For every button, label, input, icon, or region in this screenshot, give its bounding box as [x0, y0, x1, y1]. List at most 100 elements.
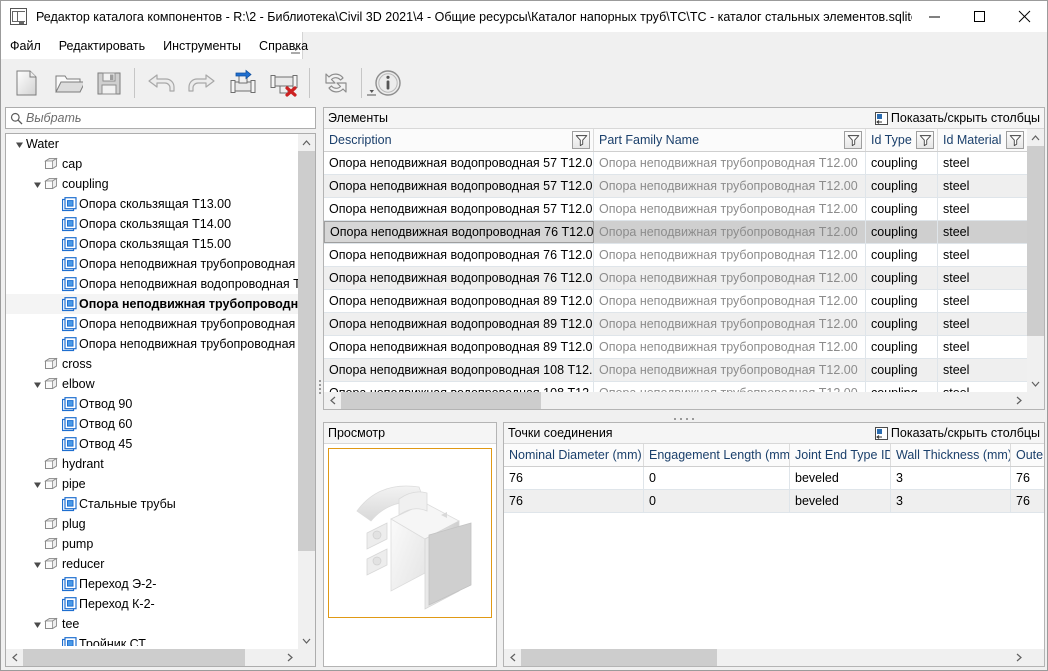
- column-part-family-name[interactable]: Part Family Name: [594, 129, 866, 151]
- part-3d-preview[interactable]: [328, 448, 492, 618]
- table-cell[interactable]: 0: [644, 490, 790, 512]
- tree-node[interactable]: cross: [6, 354, 298, 374]
- table-cell[interactable]: coupling: [866, 267, 938, 289]
- table-row[interactable]: Опора неподвижная водопроводная 57 T12.0…: [324, 175, 1044, 198]
- column-engagement-length[interactable]: Engagement Length (mm): [644, 444, 790, 466]
- table-cell[interactable]: coupling: [866, 244, 938, 266]
- tree-node[interactable]: Стальные трубы: [6, 494, 298, 514]
- column-description[interactable]: Description: [324, 129, 594, 151]
- table-cell[interactable]: Опора неподвижная трубопроводная T12.00: [594, 221, 866, 243]
- tree-node[interactable]: Опора неподвижная водопроводная Т12.00: [6, 274, 298, 294]
- refresh-icon[interactable]: [315, 62, 356, 104]
- table-cell[interactable]: Опора неподвижная водопроводная 76 T12.0…: [324, 267, 594, 289]
- table-cell[interactable]: steel: [938, 336, 1028, 358]
- table-cell[interactable]: steel: [938, 267, 1028, 289]
- table-cell[interactable]: Опора неподвижная водопроводная 57 T12.0…: [324, 198, 594, 220]
- table-cell[interactable]: Опора неподвижная водопроводная 57 T12.0…: [324, 152, 594, 174]
- undo-icon[interactable]: [140, 62, 181, 104]
- connection-points-hscroll-thumb[interactable]: [521, 649, 717, 666]
- table-cell[interactable]: coupling: [866, 198, 938, 220]
- chevron-down-icon[interactable]: [30, 614, 44, 634]
- chevron-down-icon[interactable]: [30, 554, 44, 574]
- table-cell[interactable]: Опора неподвижная водопроводная 76 T12.0…: [324, 244, 594, 266]
- table-cell[interactable]: steel: [938, 152, 1028, 174]
- table-cell[interactable]: steel: [938, 313, 1028, 335]
- tree-node[interactable]: Отвод 45: [6, 434, 298, 454]
- tree-node[interactable]: Опора скользящая Т15.00: [6, 234, 298, 254]
- table-row[interactable]: Опора неподвижная водопроводная 89 T12.0…: [324, 313, 1044, 336]
- table-cell[interactable]: steel: [938, 290, 1028, 312]
- table-cell[interactable]: coupling: [866, 152, 938, 174]
- table-row[interactable]: Опора неподвижная водопроводная 76 T12.0…: [324, 221, 1044, 244]
- connection-points-horizontal-scrollbar[interactable]: [504, 649, 1027, 666]
- table-cell[interactable]: Опора неподвижная трубопроводная T12.00: [594, 175, 866, 197]
- elements-hscroll-thumb[interactable]: [341, 392, 541, 409]
- tree-node[interactable]: tee: [6, 614, 298, 634]
- tree-node[interactable]: Опора неподвижная трубопроводная Т12.00: [6, 294, 298, 314]
- table-cell[interactable]: Опора неподвижная водопроводная 89 T12.0…: [324, 290, 594, 312]
- tree-node[interactable]: plug: [6, 514, 298, 534]
- table-row[interactable]: Опора неподвижная водопроводная 76 T12.0…: [324, 267, 1044, 290]
- table-row[interactable]: 760beveled376: [504, 467, 1044, 490]
- tree-node[interactable]: reducer: [6, 554, 298, 574]
- table-row[interactable]: 760beveled376: [504, 490, 1044, 513]
- table-cell[interactable]: Опора неподвижная трубопроводная T12.00: [594, 198, 866, 220]
- table-cell[interactable]: Опора неподвижная водопроводная 89 T12.0…: [324, 313, 594, 335]
- table-cell[interactable]: Опора неподвижная трубопроводная T12.00: [594, 267, 866, 289]
- scroll-down-arrow[interactable]: [1027, 375, 1044, 392]
- tree-node[interactable]: pump: [6, 534, 298, 554]
- table-cell[interactable]: steel: [938, 198, 1028, 220]
- chevron-down-icon[interactable]: [30, 174, 44, 194]
- new-catalog-icon[interactable]: [6, 62, 47, 104]
- search-box[interactable]: Выбрать: [5, 107, 316, 129]
- filter-icon[interactable]: [572, 131, 590, 149]
- table-cell[interactable]: 0: [644, 467, 790, 489]
- tree-node[interactable]: Переход Э-2-: [6, 574, 298, 594]
- menu-help[interactable]: Справка: [250, 35, 317, 57]
- scroll-right-arrow[interactable]: [1010, 392, 1027, 409]
- scroll-left-arrow[interactable]: [6, 649, 23, 666]
- table-cell[interactable]: coupling: [866, 290, 938, 312]
- column-id-material[interactable]: Id Material: [938, 129, 1028, 151]
- redo-icon[interactable]: [181, 62, 222, 104]
- tree-node[interactable]: Опора неподвижная трубопроводная Т12.00: [6, 254, 298, 274]
- table-cell[interactable]: beveled: [790, 467, 891, 489]
- add-part-icon[interactable]: [222, 62, 263, 104]
- tree-node[interactable]: Water: [6, 134, 298, 154]
- column-wall-thickness[interactable]: Wall Thickness (mm): [891, 444, 1011, 466]
- column-joint-end-type-id[interactable]: Joint End Type ID: [790, 444, 891, 466]
- tree-node[interactable]: cap: [6, 154, 298, 174]
- save-icon[interactable]: [88, 62, 129, 104]
- table-cell[interactable]: Опора неподвижная водопроводная 108 T12.…: [324, 359, 594, 381]
- table-row[interactable]: Опора неподвижная водопроводная 57 T12.0…: [324, 152, 1044, 175]
- tree-node[interactable]: Переход К-2-: [6, 594, 298, 614]
- tree-node[interactable]: Опора неподвижная трубопроводная Т12.00: [6, 314, 298, 334]
- column-nominal-diameter[interactable]: Nominal Diameter (mm): [504, 444, 644, 466]
- chevron-down-icon[interactable]: [30, 374, 44, 394]
- horizontal-splitter[interactable]: [323, 410, 1045, 422]
- chevron-down-icon[interactable]: [12, 134, 26, 154]
- scroll-right-arrow[interactable]: [281, 649, 298, 666]
- tree-node[interactable]: Опора скользящая Т14.00: [6, 214, 298, 234]
- table-row[interactable]: Опора неподвижная водопроводная 89 T12.0…: [324, 290, 1044, 313]
- tree-node[interactable]: Опора неподвижная трубопроводная Т12.00: [6, 334, 298, 354]
- table-cell[interactable]: 76: [504, 467, 644, 489]
- catalog-tree[interactable]: WatercapcouplingОпора скользящая Т13.00О…: [5, 133, 316, 667]
- table-cell[interactable]: coupling: [866, 221, 938, 243]
- table-cell[interactable]: Опора неподвижная трубопроводная T12.00: [594, 152, 866, 174]
- table-cell[interactable]: Опора неподвижная водопроводная 89 T12.0…: [324, 336, 594, 358]
- table-cell[interactable]: Опора неподвижная трубопроводная T12.00: [594, 313, 866, 335]
- minimize-button[interactable]: [912, 1, 957, 32]
- table-row[interactable]: Опора неподвижная водопроводная 89 T12.0…: [324, 336, 1044, 359]
- toolbar-overflow-icon[interactable]: [365, 73, 377, 97]
- table-cell[interactable]: 3: [891, 490, 1011, 512]
- filter-icon[interactable]: [916, 131, 934, 149]
- scroll-up-arrow[interactable]: [298, 134, 315, 151]
- connection-points-show-hide-columns-button[interactable]: Показать/скрыть столбцы: [875, 426, 1040, 440]
- scroll-down-arrow[interactable]: [298, 632, 315, 649]
- delete-part-icon[interactable]: [263, 62, 304, 104]
- tree-scroll-thumb[interactable]: [298, 151, 315, 551]
- menu-file[interactable]: Файл: [1, 35, 50, 57]
- chevron-down-icon[interactable]: [30, 474, 44, 494]
- table-cell[interactable]: beveled: [790, 490, 891, 512]
